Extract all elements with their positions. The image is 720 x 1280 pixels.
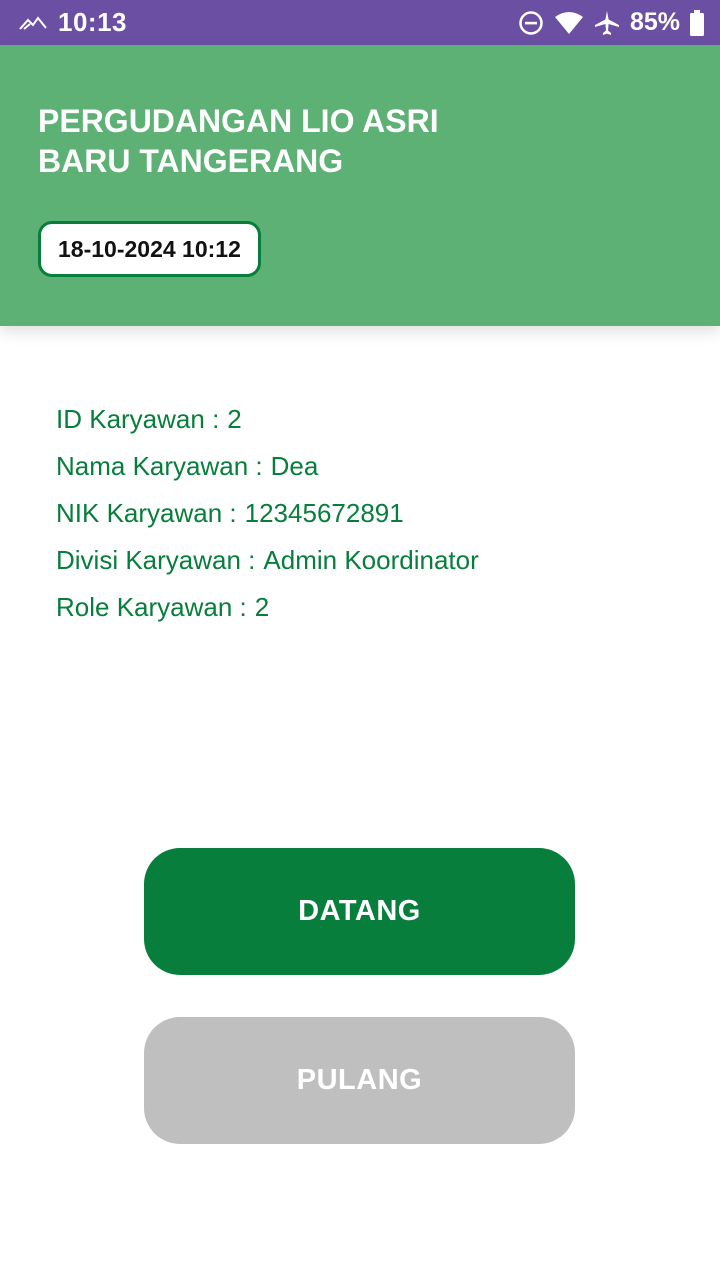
employee-division-value: Admin Koordinator [263,545,479,575]
employee-nik-label: NIK Karyawan : [56,498,237,528]
do-not-disturb-icon [518,10,544,36]
employee-name-value: Dea [270,451,319,481]
airplane-icon [594,10,620,36]
employee-nik-row: NIK Karyawan : 12345672891 [56,490,479,537]
status-right: 85% [518,8,704,37]
status-left: 10:13 [18,7,127,38]
employee-role-row: Role Karyawan : 2 [56,584,479,631]
app-header: PERGUDANGAN LIO ASRI BARU TANGERANG 18-1… [0,45,720,326]
employee-info: ID Karyawan : 2 Nama Karyawan : Dea NIK … [56,396,479,631]
status-bar: 10:13 85% [0,0,720,45]
employee-id-value: 2 [227,404,242,434]
battery-icon [690,9,704,36]
page-title: PERGUDANGAN LIO ASRI BARU TANGERANG [38,103,439,179]
signal-mountain-icon [18,14,48,32]
employee-division-row: Divisi Karyawan : Admin Koordinator [56,537,479,584]
employee-id-label: ID Karyawan : [56,404,220,434]
employee-division-label: Divisi Karyawan : [56,545,256,575]
employee-name-label: Nama Karyawan : [56,451,263,481]
datetime-badge: 18-10-2024 10:12 [38,221,261,277]
employee-nik-value: 12345672891 [244,498,404,528]
battery-percentage: 85% [629,8,680,36]
pulang-button[interactable]: PULANG [144,1017,575,1144]
employee-id-row: ID Karyawan : 2 [56,396,479,443]
wifi-icon [554,11,584,35]
employee-name-row: Nama Karyawan : Dea [56,443,479,490]
employee-role-value: 2 [254,592,270,622]
employee-role-label: Role Karyawan : [56,592,247,622]
datang-button[interactable]: DATANG [144,848,575,975]
status-time: 10:13 [58,7,127,37]
